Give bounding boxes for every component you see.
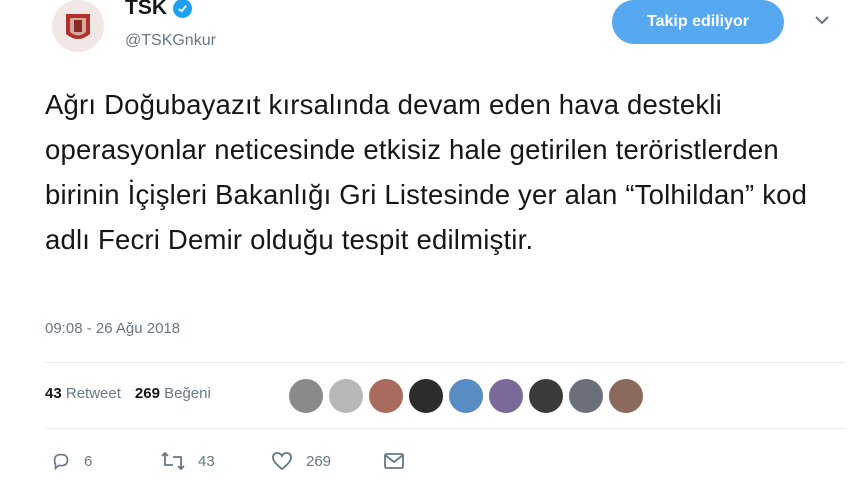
account-handle[interactable]: @TSKGnkur bbox=[125, 32, 216, 50]
divider bbox=[45, 362, 845, 363]
like-stat-count: 269 bbox=[134, 385, 160, 402]
liker-avatar[interactable] bbox=[608, 378, 644, 414]
retweet-stat[interactable]: 43 Retweet bbox=[45, 385, 121, 402]
tsk-emblem-icon bbox=[52, 0, 104, 52]
following-button[interactable]: Takip ediliyor bbox=[612, 0, 784, 44]
liker-avatar[interactable] bbox=[408, 378, 444, 414]
like-button[interactable]: 269 bbox=[270, 450, 382, 472]
like-stat-label: Beğeni bbox=[164, 385, 211, 402]
engagement-stats: 43 Retweet 269 Beğeni bbox=[45, 385, 211, 402]
liker-avatar[interactable] bbox=[328, 378, 364, 414]
like-stat[interactable]: 269 Beğeni bbox=[135, 385, 211, 402]
tweet-actions: 6 43 269 bbox=[50, 450, 406, 472]
retweet-stat-label: Retweet bbox=[65, 385, 121, 402]
reply-count: 6 bbox=[84, 452, 93, 470]
retweet-icon bbox=[161, 451, 185, 471]
liker-avatar[interactable] bbox=[448, 378, 484, 414]
retweet-stat-count: 43 bbox=[45, 385, 62, 402]
liker-avatar[interactable] bbox=[528, 378, 564, 414]
account-name[interactable]: TSK bbox=[125, 0, 192, 20]
liker-avatar[interactable] bbox=[368, 378, 404, 414]
reply-button[interactable]: 6 bbox=[50, 450, 160, 472]
like-heart-icon bbox=[272, 452, 292, 471]
liker-avatars bbox=[288, 378, 648, 414]
reply-icon bbox=[53, 453, 69, 471]
tweet-text: Ağrı Doğubayazıt kırsalında devam eden h… bbox=[45, 89, 808, 255]
liker-avatar[interactable] bbox=[288, 378, 324, 414]
retweet-button[interactable]: 43 bbox=[160, 450, 270, 472]
liker-avatar[interactable] bbox=[568, 378, 604, 414]
account-avatar[interactable] bbox=[52, 0, 104, 52]
direct-message-button[interactable] bbox=[382, 450, 406, 472]
divider bbox=[45, 428, 845, 429]
retweet-count: 43 bbox=[198, 452, 215, 470]
tweet-timestamp[interactable]: 09:08 - 26 Ağu 2018 bbox=[45, 320, 180, 337]
chevron-down-icon[interactable] bbox=[812, 12, 832, 28]
verified-badge-icon bbox=[173, 0, 192, 18]
like-count: 269 bbox=[306, 452, 332, 470]
liker-avatar[interactable] bbox=[488, 378, 524, 414]
account-name-text: TSK bbox=[125, 0, 167, 19]
direct-message-icon bbox=[384, 453, 404, 469]
